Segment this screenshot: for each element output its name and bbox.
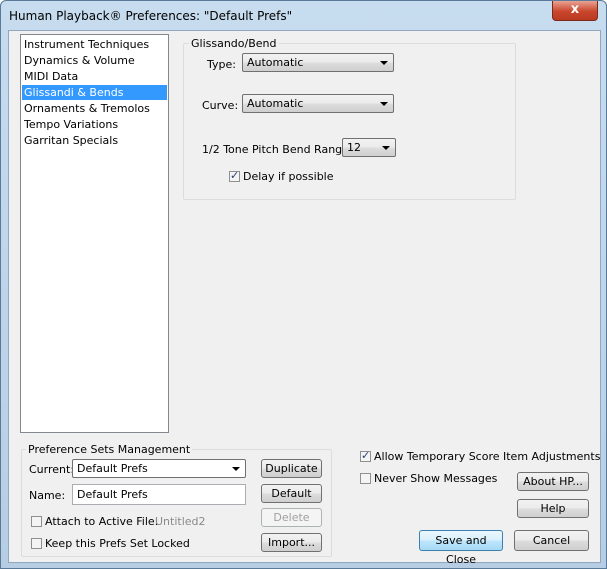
attach-label: Attach to Active File:: [45, 515, 159, 528]
glissando-bend-group-label: Glissando/Bend: [189, 37, 279, 50]
list-item-garritan-specials[interactable]: Garritan Specials: [22, 133, 167, 148]
list-item-midi-data[interactable]: MIDI Data: [22, 69, 167, 84]
delay-checkbox[interactable]: [229, 169, 240, 182]
chevron-down-icon: [380, 102, 388, 106]
never-show-messages-label: Never Show Messages: [374, 472, 498, 485]
pitch-bend-range-select[interactable]: 12: [342, 138, 396, 157]
preference-sets-group-label: Preference Sets Management: [26, 443, 193, 456]
window-title: Human Playback® Preferences: "Default Pr…: [9, 9, 293, 23]
close-icon: x: [570, 2, 580, 17]
default-button[interactable]: Default: [261, 484, 322, 503]
attach-checkbox[interactable]: [31, 516, 42, 527]
close-button[interactable]: x: [552, 1, 598, 21]
type-select-value: Automatic: [247, 56, 304, 69]
keep-locked-label: Keep this Prefs Set Locked: [45, 537, 190, 550]
name-label: Name:: [29, 489, 66, 502]
curve-label: Curve:: [202, 99, 239, 112]
delay-label: Delay if possible: [243, 170, 334, 183]
dialog-client-area: Instrument Techniques Dynamics & Volume …: [8, 30, 601, 566]
cancel-button[interactable]: Cancel: [514, 530, 589, 551]
pitch-bend-range-value: 12: [347, 141, 361, 154]
curve-select-value: Automatic: [247, 97, 304, 110]
import-button[interactable]: Import...: [261, 533, 322, 552]
never-show-messages-checkbox[interactable]: [360, 473, 371, 484]
attach-file-name: Untitled2: [155, 515, 206, 528]
pitch-bend-range-label: 1/2 Tone Pitch Bend Range:: [202, 143, 353, 156]
help-button[interactable]: Help: [517, 499, 589, 518]
curve-select[interactable]: Automatic: [242, 94, 394, 113]
current-set-value: Default Prefs: [77, 462, 148, 475]
name-input[interactable]: Default Prefs: [72, 484, 246, 505]
chevron-down-icon: [232, 467, 240, 471]
preferences-window: Human Playback® Preferences: "Default Pr…: [0, 0, 607, 569]
chevron-down-icon: [382, 146, 390, 150]
duplicate-button[interactable]: Duplicate: [261, 459, 322, 478]
chevron-down-icon: [380, 61, 388, 65]
title-bar[interactable]: Human Playback® Preferences: "Default Pr…: [1, 1, 606, 31]
list-item-ornaments-tremolos[interactable]: Ornaments & Tremolos: [22, 101, 167, 116]
current-set-select[interactable]: Default Prefs: [72, 459, 246, 478]
keep-locked-checkbox[interactable]: [31, 538, 42, 549]
list-item-glissandi-bends[interactable]: Glissandi & Bends: [22, 85, 167, 100]
category-list[interactable]: Instrument Techniques Dynamics & Volume …: [20, 34, 169, 433]
list-item-instrument-techniques[interactable]: Instrument Techniques: [22, 37, 167, 52]
about-hp-button[interactable]: About HP...: [517, 472, 589, 491]
current-label: Current:: [29, 463, 75, 476]
type-select[interactable]: Automatic: [242, 53, 394, 72]
type-label: Type:: [207, 58, 236, 71]
name-input-value: Default Prefs: [77, 488, 148, 501]
save-and-close-button[interactable]: Save and Close: [419, 530, 503, 566]
allow-temp-adjustments-checkbox[interactable]: [360, 449, 371, 462]
list-item-dynamics-volume[interactable]: Dynamics & Volume: [22, 53, 167, 68]
delete-button[interactable]: Delete: [261, 508, 322, 527]
list-item-tempo-variations[interactable]: Tempo Variations: [22, 117, 167, 132]
allow-temp-adjustments-label: Allow Temporary Score Item Adjustments: [374, 450, 601, 463]
